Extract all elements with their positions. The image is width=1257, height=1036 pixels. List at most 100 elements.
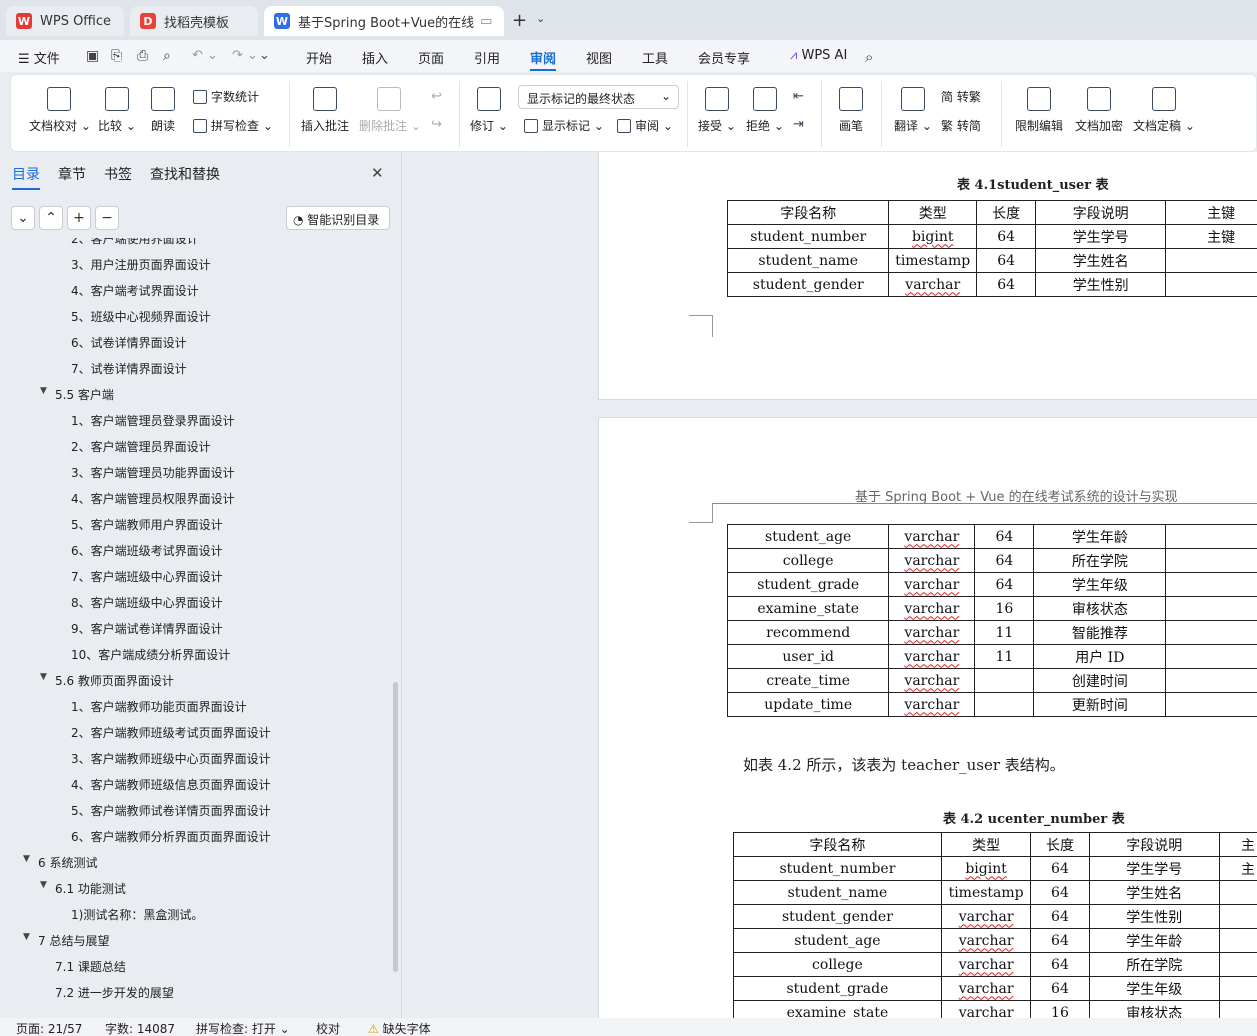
new-tab-icon[interactable]: +	[512, 10, 527, 31]
file-menu[interactable]: ☰ 文件	[18, 48, 60, 67]
delete-comment-button[interactable]: 删除批注 ⌄	[359, 87, 421, 134]
print-preview-icon[interactable]: ⌕	[163, 48, 171, 64]
expand-down-button[interactable]: ⌄	[11, 206, 35, 230]
spell-check-status[interactable]: 拼写检查: 打开 ⌄	[196, 1020, 290, 1036]
wps-ai-button[interactable]: ⩘ WPS AI	[790, 48, 847, 63]
compare-button[interactable]: 比较 ⌄	[97, 87, 137, 134]
toc-item[interactable]: 3、用户注册页面界面设计	[0, 251, 392, 277]
toc-item[interactable]: 1)测试名称：黑盒测试。	[0, 901, 392, 927]
tab-docer-template[interactable]: D 找稻壳模板	[130, 6, 258, 36]
close-icon[interactable]: ✕	[502, 14, 504, 29]
expand-arrow-icon[interactable]: ▼	[23, 932, 30, 942]
toc-item[interactable]: 7、客户端班级中心界面设计	[0, 563, 392, 589]
toc-item[interactable]: 4、客户端教师班级信息页面界面设计	[0, 771, 392, 797]
toc-item[interactable]: 5、客户端教师试卷详情页面界面设计	[0, 797, 392, 823]
expand-arrow-icon[interactable]: ▼	[23, 854, 30, 864]
spell-check-button[interactable]: 拼写检查 ⌄	[193, 117, 273, 134]
next-comment-icon[interactable]: ↪	[431, 117, 442, 132]
menu-member[interactable]: 会员专享	[698, 48, 750, 67]
toc-item[interactable]: 6、客户端教师分析界面页面界面设计	[0, 823, 392, 849]
reject-button[interactable]: 拒绝 ⌄	[745, 87, 785, 134]
menu-insert[interactable]: 插入	[362, 48, 388, 67]
menu-reference[interactable]: 引用	[474, 48, 500, 67]
word-count[interactable]: 字数: 14087	[105, 1020, 175, 1036]
tab-document[interactable]: W 基于Spring Boot+Vue的在线 ▭ ✕	[264, 6, 504, 36]
chevron-down-icon[interactable]: ⌄	[536, 12, 545, 25]
toc-item[interactable]: 6、试卷详情界面设计	[0, 329, 392, 355]
page-indicator[interactable]: 页面: 21/57	[16, 1020, 82, 1036]
toc-item[interactable]: 2、客户端教师班级考试页面界面设计	[0, 719, 392, 745]
toc-item[interactable]: 4、客户端考试界面设计	[0, 277, 392, 303]
add-heading-button[interactable]: +	[67, 206, 91, 230]
menu-review[interactable]: 审阅	[530, 48, 557, 71]
proofread-button[interactable]: 校对	[316, 1020, 340, 1036]
menu-tools[interactable]: 工具	[642, 48, 668, 67]
collapse-up-button[interactable]: ⌃	[39, 206, 63, 230]
insert-comment-button[interactable]: 插入批注	[299, 87, 351, 134]
toc-item[interactable]: 2、客户端使用界面设计	[0, 238, 392, 251]
toc-item[interactable]: 10、客户端成绩分析界面设计	[0, 641, 392, 667]
toc-item[interactable]: 7、试卷详情界面设计	[0, 355, 392, 381]
toc-item[interactable]: ▼ 6.1 功能测试	[0, 875, 392, 901]
encrypt-button[interactable]: 文档加密	[1073, 87, 1125, 134]
expand-arrow-icon[interactable]: ▼	[40, 880, 47, 890]
print-icon[interactable]: ⎙	[137, 48, 148, 64]
toc-item[interactable]: 5、客户端教师用户界面设计	[0, 511, 392, 537]
menu-start[interactable]: 开始	[306, 48, 332, 67]
toc-item[interactable]: 7.2 进一步开发的展望	[0, 979, 392, 1005]
toc-item[interactable]: 2、客户端管理员界面设计	[0, 433, 392, 459]
search-icon[interactable]: ⌕	[865, 48, 873, 66]
scrollbar-thumb[interactable]	[393, 682, 398, 972]
toc-item[interactable]: 3、客户端教师班级中心页面界面设计	[0, 745, 392, 771]
toc-item[interactable]: ▼ 6 系统测试	[0, 849, 392, 875]
undo-icon[interactable]: ↶ ⌄	[192, 48, 218, 63]
redo-icon[interactable]: ↷ ⌄	[232, 48, 258, 63]
toc-item[interactable]: 5、班级中心视频界面设计	[0, 303, 392, 329]
export-icon[interactable]: ⎘	[111, 48, 122, 64]
toc-item[interactable]: 8、客户端班级中心界面设计	[0, 589, 392, 615]
more-chevron-icon[interactable]: ⌄	[259, 48, 270, 63]
doc-check-button[interactable]: 文档校对 ⌄	[29, 87, 91, 134]
menu-view[interactable]: 视图	[586, 48, 612, 67]
toc-item[interactable]: 4、客户端管理员权限界面设计	[0, 485, 392, 511]
to-simplified-button[interactable]: 繁 转简	[941, 117, 981, 134]
tab-toc[interactable]: 目录	[12, 164, 40, 190]
menu-page[interactable]: 页面	[418, 48, 444, 67]
expand-arrow-icon[interactable]: ▼	[40, 672, 47, 682]
markup-state-select[interactable]: 显示标记的最终状态 ⌄	[518, 85, 679, 109]
smart-toc-button[interactable]: ◔ 智能识别目录	[286, 206, 390, 230]
word-count-button[interactable]: 字数统计	[193, 88, 259, 105]
show-markup-button[interactable]: 显示标记 ⌄	[524, 117, 604, 134]
toc-item[interactable]: 3、客户端管理员功能界面设计	[0, 459, 392, 485]
next-change-icon[interactable]: ⇥	[793, 117, 804, 132]
toc-item[interactable]: 6、客户端班级考试界面设计	[0, 537, 392, 563]
accept-button[interactable]: 接受 ⌄	[697, 87, 737, 134]
pen-button[interactable]: 画笔	[833, 87, 869, 134]
toc-item[interactable]: ▼ 5.6 教师页面界面设计	[0, 667, 392, 693]
to-traditional-button[interactable]: 简 转繁	[941, 88, 981, 105]
toc-item[interactable]: 1、客户端教师功能页面界面设计	[0, 693, 392, 719]
tab-bookmarks[interactable]: 书签	[104, 164, 132, 184]
prev-change-icon[interactable]: ⇤	[793, 89, 804, 104]
missing-font-warning[interactable]: ⚠ 缺失字体	[368, 1020, 431, 1036]
restrict-edit-button[interactable]: 限制编辑	[1013, 87, 1065, 134]
read-aloud-button[interactable]: 朗读	[145, 87, 181, 134]
review-pane-button[interactable]: 审阅 ⌄	[617, 117, 673, 134]
save-icon[interactable]: ▣	[86, 48, 99, 64]
remove-heading-button[interactable]: −	[95, 206, 119, 230]
expand-arrow-icon[interactable]: ▼	[40, 386, 47, 396]
toc-item-label: 4、客户端考试界面设计	[71, 284, 199, 298]
toc-item[interactable]: 9、客户端试卷详情界面设计	[0, 615, 392, 641]
tab-find-replace[interactable]: 查找和替换	[150, 164, 220, 184]
close-panel-icon[interactable]: ✕	[371, 164, 384, 182]
toc-item[interactable]: 7.1 课题总结	[0, 953, 392, 979]
toc-item[interactable]: 1、客户端管理员登录界面设计	[0, 407, 392, 433]
tab-chapters[interactable]: 章节	[58, 164, 86, 184]
translate-button[interactable]: 翻译 ⌄	[893, 87, 933, 134]
toc-item[interactable]: ▼ 7 总结与展望	[0, 927, 392, 953]
track-changes-button[interactable]: 修订 ⌄	[469, 87, 509, 134]
prev-comment-icon[interactable]: ↩	[431, 89, 442, 104]
toc-item[interactable]: ▼ 5.5 客户端	[0, 381, 392, 407]
finalize-button[interactable]: 文档定稿 ⌄	[1133, 87, 1195, 134]
tab-wps-office[interactable]: W WPS Office	[6, 6, 124, 36]
